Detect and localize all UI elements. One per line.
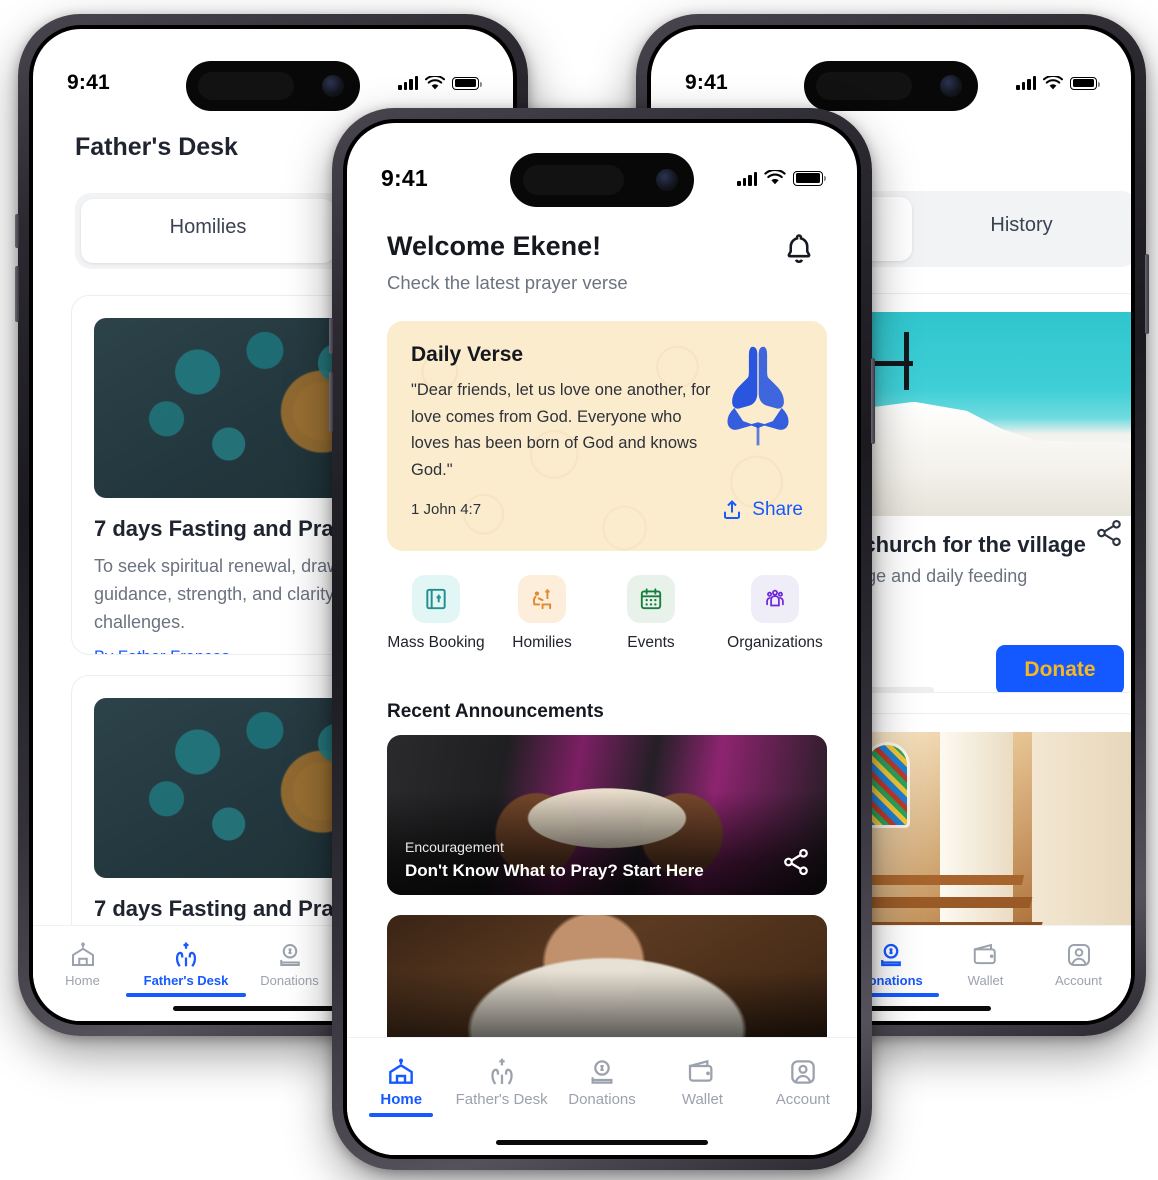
tab-homilies[interactable]: Homilies [81, 199, 335, 263]
home-header: Welcome Ekene! Check the latest prayer v… [387, 231, 817, 294]
battery-full-icon [1070, 76, 1100, 90]
announcement-title: Don't Know What to Pray? Start Here [405, 860, 704, 880]
verse-share-button[interactable]: Share [720, 498, 803, 522]
account-person-icon [1032, 940, 1125, 970]
cellular-bars-icon [398, 76, 418, 90]
cellular-bars-icon [737, 170, 757, 186]
tab-label: Donations [260, 973, 319, 988]
tab-label: Account [775, 1091, 830, 1108]
praying-hands-cross-icon [126, 940, 246, 970]
volume-down-button[interactable] [329, 372, 333, 432]
tab-label: Home [65, 973, 100, 988]
share-upload-icon [724, 499, 741, 519]
tab-account[interactable]: Account [753, 1056, 853, 1108]
recent-announcements-heading: Recent Announcements [387, 701, 604, 722]
page-title: Father's Desk [75, 133, 238, 161]
power-button[interactable] [871, 358, 875, 444]
tab-home[interactable]: Home [39, 940, 126, 988]
status-time: 9:41 [67, 71, 110, 94]
volume-up-button[interactable] [15, 214, 19, 248]
status-time: 9:41 [381, 164, 428, 191]
phone-center: 9:41 Welcome Ekene! Check the latest pra… [329, 108, 875, 1170]
quick-action-label: Events [627, 634, 675, 651]
verse-text: "Dear friends, let us love one another, … [411, 381, 711, 480]
verse-reference: 1 John 4:7 [411, 501, 482, 519]
tab-label: Wallet [967, 973, 1004, 988]
tab-label: Home [380, 1091, 423, 1108]
church-home-icon [351, 1056, 451, 1088]
tab-label: Father's Desk [143, 973, 229, 988]
quick-action-events[interactable]: Events [597, 575, 705, 653]
wifi-icon [1043, 75, 1063, 89]
tab-fathers-desk[interactable]: Father's Desk [451, 1056, 551, 1108]
dynamic-island-center [510, 153, 694, 207]
wallet-icon [652, 1056, 752, 1088]
status-time: 9:41 [685, 71, 728, 94]
share-nodes-icon[interactable] [781, 847, 811, 877]
donate-button[interactable]: Donate [996, 645, 1124, 692]
share-nodes-icon[interactable] [1094, 518, 1124, 548]
account-person-icon [753, 1056, 853, 1088]
tab-history[interactable]: History [912, 197, 1131, 261]
tab-label: Wallet [681, 1091, 723, 1108]
tab-donations[interactable]: Donations [246, 940, 333, 988]
church-home-icon [39, 940, 126, 970]
cellular-bars-icon [1016, 76, 1036, 90]
phone-center-screen: 9:41 Welcome Ekene! Check the latest pra… [347, 123, 857, 1155]
tab-donations[interactable]: Donations [552, 1056, 652, 1108]
greeting-title: Welcome Ekene! [387, 231, 602, 261]
tab-label: Father's Desk [455, 1091, 548, 1108]
volume-up-button[interactable] [329, 318, 333, 354]
donation-coin-icon [552, 1056, 652, 1088]
tab-account[interactable]: Account [1032, 940, 1125, 988]
greeting-subtitle: Check the latest prayer verse [387, 272, 628, 293]
battery-full-icon [793, 170, 826, 186]
battery-full-icon [452, 76, 482, 90]
tab-label: Donations [568, 1091, 636, 1108]
quick-actions-row: Mass Booking Homilies Events Organizatio… [385, 575, 845, 653]
volume-down-button[interactable] [15, 266, 19, 322]
kneeling-prayer-icon [518, 575, 566, 623]
donation-coin-icon [246, 940, 333, 970]
wallet-icon [939, 940, 1032, 970]
bible-cross-icon [412, 575, 460, 623]
notification-bell-icon[interactable] [781, 231, 817, 267]
quick-action-label: Mass Booking [387, 634, 485, 651]
calendar-icon [627, 575, 675, 623]
tab-label: Account [1055, 973, 1102, 988]
screenshot-stage: 9:41 Father's Desk Homilies 7 days Fasti… [0, 0, 1158, 1180]
quick-action-label: Homilies [512, 634, 572, 651]
wifi-icon [425, 75, 445, 89]
tab-wallet[interactable]: Wallet [939, 940, 1032, 988]
daily-verse-card[interactable]: Daily Verse "Dear friends, let us love o… [387, 321, 827, 551]
announcement-tag: Encouragement [405, 838, 504, 855]
tab-wallet[interactable]: Wallet [652, 1056, 752, 1108]
people-group-icon [751, 575, 799, 623]
tab-home[interactable]: Home [351, 1056, 451, 1117]
tab-fathers-desk[interactable]: Father's Desk [126, 940, 246, 997]
quick-action-mass-booking[interactable]: Mass Booking [385, 575, 487, 653]
quick-action-organizations[interactable]: Organizations [705, 575, 845, 653]
praying-hands-illustration [727, 346, 789, 446]
announcement-card-1[interactable]: Encouragement Don't Know What to Pray? S… [387, 735, 827, 895]
dynamic-island-right [804, 61, 978, 111]
home-indicator [496, 1140, 708, 1145]
power-button[interactable] [1145, 254, 1149, 334]
quick-action-homilies[interactable]: Homilies [487, 575, 597, 653]
wifi-icon [764, 170, 786, 185]
dynamic-island-left [186, 61, 360, 111]
quick-action-label: Organizations [727, 634, 823, 651]
praying-hands-cross-icon [451, 1056, 551, 1088]
share-label: Share [752, 498, 803, 520]
tabbar-center[interactable]: Home Father's Desk Donations Wallet Acco… [347, 1037, 857, 1155]
